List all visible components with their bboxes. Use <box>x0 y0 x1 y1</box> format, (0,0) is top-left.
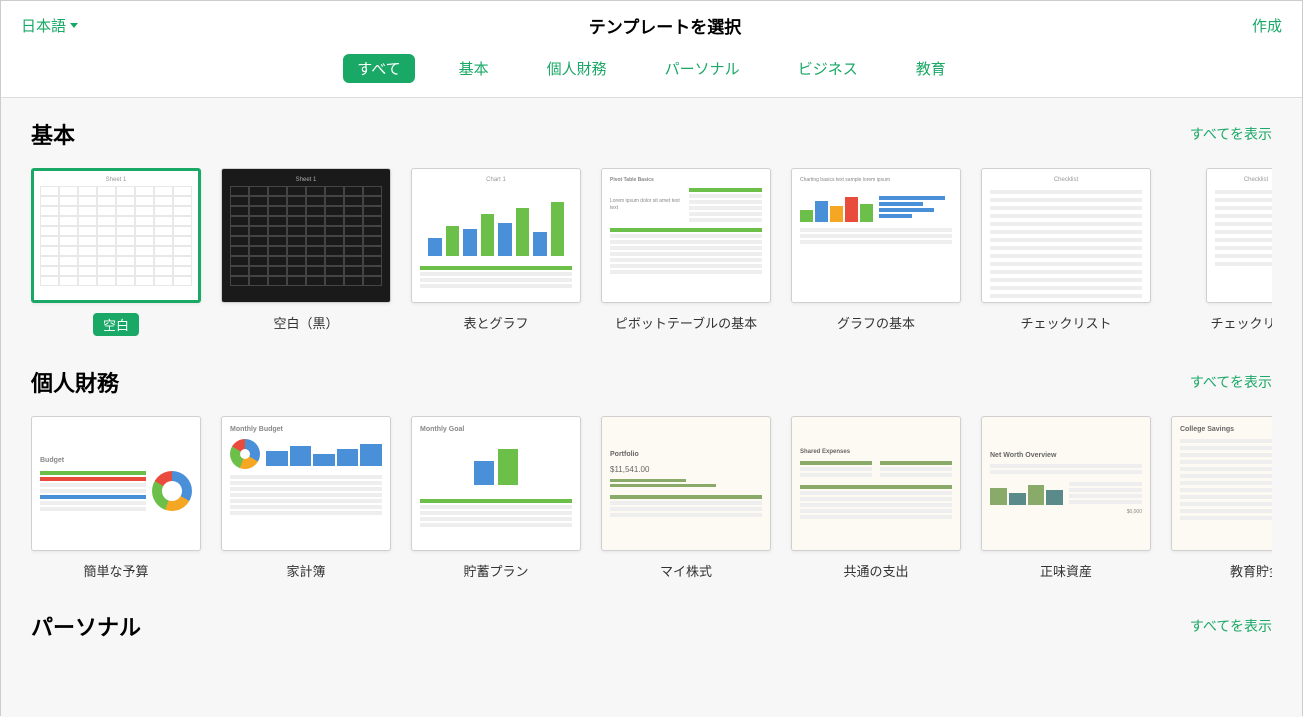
header: 日本語 テンプレートを選択 作成 <box>1 1 1302 46</box>
section-title: パーソナル <box>31 610 141 642</box>
template-checklist[interactable]: Checklist チェックリスト <box>981 168 1151 336</box>
category-tabs: すべて 基本 個人財務 パーソナル ビジネス 教育 <box>1 46 1302 98</box>
tab-personal[interactable]: パーソナル <box>651 54 754 83</box>
section-personal: パーソナル すべてを表示 <box>1 590 1302 670</box>
section-title: 基本 <box>31 118 75 150</box>
section-header: パーソナル すべてを表示 <box>31 610 1272 642</box>
template-thumbnail: Net Worth Overview $0,000 <box>981 416 1151 551</box>
template-thumbnail: Charting basics text sample lorem ipsum <box>791 168 961 303</box>
template-blank[interactable]: Sheet 1 空白 <box>31 168 201 336</box>
section-header: 個人財務 すべてを表示 <box>31 366 1272 398</box>
template-label: 貯蓄プラン <box>463 561 528 580</box>
template-row: Budget 簡単な予算 Monthly Budget <box>31 416 1272 580</box>
template-label: グラフの基本 <box>837 313 915 332</box>
template-label: 教育貯金 <box>1230 561 1272 580</box>
section-basic: 基本 すべてを表示 Sheet 1 空白 Sheet 1 空白（黒） <box>1 98 1302 346</box>
show-all-button[interactable]: すべてを表示 <box>1190 616 1272 636</box>
template-label: チェックリスト <box>1210 313 1272 332</box>
template-savings-plan[interactable]: Monthly Goal 貯蓄プラン <box>411 416 581 580</box>
template-simple-budget[interactable]: Budget 簡単な予算 <box>31 416 201 580</box>
template-thumbnail: College Savings <box>1171 416 1272 551</box>
section-header: 基本 すべてを表示 <box>31 118 1272 150</box>
template-label: 家計簿 <box>286 561 325 580</box>
tab-business[interactable]: ビジネス <box>784 54 872 83</box>
template-thumbnail: Chart 1 <box>411 168 581 303</box>
section-title: 個人財務 <box>31 366 119 398</box>
template-label: 表とグラフ <box>463 313 528 332</box>
show-all-button[interactable]: すべてを表示 <box>1190 124 1272 144</box>
language-label: 日本語 <box>21 15 66 36</box>
template-blank-dark[interactable]: Sheet 1 空白（黒） <box>221 168 391 336</box>
template-thumbnail: Checklist <box>981 168 1151 303</box>
template-college-savings[interactable]: College Savings 教育貯金 <box>1171 416 1272 580</box>
page-title: テンプレートを選択 <box>589 13 742 38</box>
chevron-down-icon <box>70 23 78 28</box>
template-thumbnail: Budget <box>31 416 201 551</box>
template-net-worth[interactable]: Net Worth Overview $0,000 正味資産 <box>981 416 1151 580</box>
template-thumbnail: Portfolio $11,541.00 <box>601 416 771 551</box>
tab-all[interactable]: すべて <box>343 54 414 83</box>
template-thumbnail: Shared Expenses <box>791 416 961 551</box>
template-label: 空白（黒） <box>273 313 338 332</box>
template-thumbnail: Monthly Budget <box>221 416 391 551</box>
template-charts-table[interactable]: Chart 1 表とグラフ <box>411 168 581 336</box>
template-checklist-2[interactable]: Checklist チェックリスト <box>1171 168 1272 336</box>
template-label: 簡単な予算 <box>83 561 148 580</box>
template-label: 空白 <box>93 313 139 336</box>
section-personal-finance: 個人財務 すべてを表示 Budget 簡単な予算 Monthly Budget <box>1 346 1302 590</box>
template-charting-basics[interactable]: Charting basics text sample lorem ipsum … <box>791 168 961 336</box>
template-thumbnail: Sheet 1 <box>31 168 201 303</box>
template-label: チェックリスト <box>1020 313 1111 332</box>
template-row: Sheet 1 空白 Sheet 1 空白（黒） Chart 1 表とグラ <box>31 168 1272 336</box>
create-button[interactable]: 作成 <box>1252 15 1282 36</box>
template-shared-expenses[interactable]: Shared Expenses 共通の支出 <box>791 416 961 580</box>
template-my-stocks[interactable]: Portfolio $11,541.00 マイ株式 <box>601 416 771 580</box>
template-thumbnail: Monthly Goal <box>411 416 581 551</box>
template-label: マイ株式 <box>660 561 712 580</box>
content-area: 基本 すべてを表示 Sheet 1 空白 Sheet 1 空白（黒） <box>1 98 1302 717</box>
template-label: 共通の支出 <box>843 561 908 580</box>
template-thumbnail: Sheet 1 <box>221 168 391 303</box>
tab-basic[interactable]: 基本 <box>445 54 503 83</box>
template-thumbnail: Pivot Table Basics Lorem ipsum dolor sit… <box>601 168 771 303</box>
template-label: ピボットテーブルの基本 <box>615 313 757 332</box>
template-thumbnail: Checklist <box>1206 168 1272 303</box>
template-label: 正味資産 <box>1040 561 1092 580</box>
show-all-button[interactable]: すべてを表示 <box>1190 372 1272 392</box>
template-monthly-budget[interactable]: Monthly Budget 家計簿 <box>221 416 391 580</box>
tab-personal-finance[interactable]: 個人財務 <box>533 54 621 83</box>
language-selector[interactable]: 日本語 <box>21 15 78 36</box>
tab-education[interactable]: 教育 <box>902 54 960 83</box>
template-pivot-basics[interactable]: Pivot Table Basics Lorem ipsum dolor sit… <box>601 168 771 336</box>
